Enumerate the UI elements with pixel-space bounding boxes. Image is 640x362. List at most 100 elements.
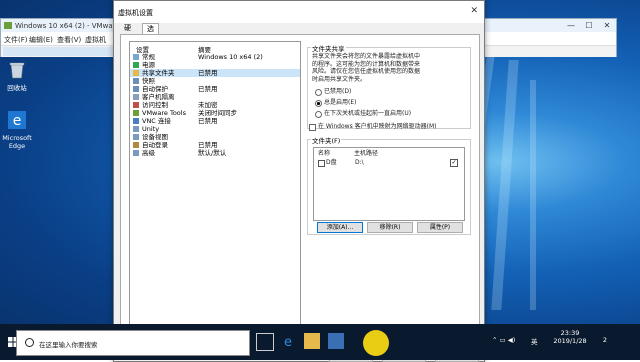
- settings-item[interactable]: 高级 默认/默认: [130, 149, 300, 157]
- table-row[interactable]: D盘 D:\ ✓: [315, 158, 463, 167]
- remove-button[interactable]: 移除(R): [367, 222, 413, 233]
- settings-item-summary: 已禁用: [198, 85, 218, 93]
- search-icon: [25, 338, 34, 347]
- edge-taskbar-icon[interactable]: e: [280, 333, 296, 349]
- settings-item[interactable]: 快照: [130, 77, 300, 85]
- menu-edit[interactable]: 编辑(E): [29, 35, 53, 45]
- settings-item-name: 访问控制: [142, 101, 168, 109]
- ime-indicator[interactable]: 英: [531, 336, 538, 346]
- sharing-warning-line: 时启用共享文件夹。: [312, 75, 367, 83]
- edge-label: Microsoft Edge: [2, 134, 32, 150]
- radio-until-poweroff[interactable]: [315, 111, 322, 118]
- list-header: 设置 摘要: [130, 42, 300, 54]
- maximize-icon[interactable]: ☐: [580, 19, 598, 32]
- vnc-icon: [133, 118, 139, 124]
- dialog-titlebar: 虚拟机设置 ✕: [114, 1, 484, 23]
- radio-always-enabled[interactable]: [315, 100, 322, 107]
- desktop-icon-recycle-bin[interactable]: 回收站: [2, 60, 32, 92]
- settings-item[interactable]: Unity: [130, 125, 300, 133]
- tray-icons[interactable]: ⌃ ▭ ◀): [492, 336, 515, 344]
- settings-item-summary: Windows 10 x64 (2): [198, 53, 263, 61]
- close-icon[interactable]: ✕: [470, 6, 478, 16]
- taskbar-search[interactable]: 在这里输入你要搜索: [16, 330, 250, 356]
- settings-item-name: Unity: [142, 125, 160, 133]
- close-icon[interactable]: ✕: [598, 19, 616, 32]
- folder-checkbox[interactable]: [318, 160, 325, 167]
- folder-enabled-checkbox[interactable]: ✓: [450, 159, 458, 167]
- add-button[interactable]: 添加(A)...: [317, 222, 363, 233]
- file-explorer-icon[interactable]: [304, 333, 320, 349]
- dialog-title: 虚拟机设置: [118, 9, 153, 17]
- radio-always-label: 总是启用(E): [324, 99, 357, 106]
- minimize-icon[interactable]: —: [562, 19, 580, 32]
- cursor-highlight: [363, 330, 389, 356]
- settings-item-name: 设备视图: [142, 133, 168, 141]
- settings-item-summary: 已禁用: [198, 117, 218, 125]
- settings-item[interactable]: 访问控制 未加密: [130, 101, 300, 109]
- notification-count: 2: [602, 336, 608, 344]
- settings-item[interactable]: 共享文件夹 已禁用: [130, 69, 300, 77]
- search-placeholder: 在这里输入你要搜索: [39, 341, 98, 349]
- settings-item[interactable]: 设备视图: [130, 133, 300, 141]
- desktop-icon-edge[interactable]: e Microsoft Edge: [0, 110, 34, 150]
- vm-tab[interactable]: [3, 47, 121, 56]
- light-beam: [491, 60, 519, 310]
- radio-disabled[interactable]: [315, 89, 322, 96]
- notification-icon[interactable]: 2: [597, 332, 613, 348]
- vm-settings-dialog: 虚拟机设置 ✕ 硬件 选项 设置 摘要 常规Windows 10 x64 (2)…: [113, 0, 485, 362]
- col-name: 名称: [318, 150, 331, 157]
- settings-item[interactable]: 常规 Windows 10 x64 (2): [130, 53, 300, 61]
- shared-folder-icon: [133, 70, 139, 76]
- autoprotect-icon: [133, 86, 139, 92]
- settings-item-name: 高级: [142, 149, 155, 157]
- clock[interactable]: 23:39 2019/1/28: [550, 329, 590, 345]
- sharing-warning-line: 共享文件夹会将您的文件暴露给虚拟机中: [312, 53, 421, 60]
- col-host-path: 主机路径: [354, 150, 379, 157]
- settings-item[interactable]: VNC 连接 已禁用: [130, 117, 300, 125]
- settings-item-name: 共享文件夹: [142, 69, 175, 77]
- clock-date: 2019/1/28: [553, 337, 587, 345]
- folder-path: D:\: [355, 159, 364, 166]
- folders-list: 名称 主机路径 D盘 D:\ ✓: [313, 147, 465, 221]
- unity-icon: [133, 126, 139, 132]
- map-drive-label: 在 Windows 客户机中映射为网络驱动器(M): [318, 123, 437, 130]
- edge-icon: e: [8, 111, 26, 129]
- settings-item[interactable]: 电源: [130, 61, 300, 69]
- recycle-bin-icon: [9, 62, 25, 79]
- sharing-warning-line: 的程序。这可能为您的计算机和数据带来: [312, 60, 421, 68]
- svg-text:e: e: [284, 335, 292, 349]
- settings-item[interactable]: VMware Tools 关闭时间同步: [130, 109, 300, 117]
- snapshot-icon: [133, 78, 139, 84]
- options-panel: 设置 摘要 常规 Windows 10 x64 (2) 电源 共享文件夹 已禁用 快照 自动…: [120, 34, 480, 341]
- folder-name: D盘: [326, 159, 337, 166]
- store-icon[interactable]: [328, 333, 344, 349]
- radio-disabled-label: 已禁用(D): [324, 88, 352, 95]
- properties-button[interactable]: 属性(P): [417, 222, 463, 233]
- settings-item-summary: 关闭时间同步: [198, 109, 237, 117]
- vmware-tools-icon: [133, 110, 139, 116]
- settings-item-summary: 默认/默认: [198, 149, 227, 157]
- general-icon: [133, 54, 139, 60]
- clock-time: 23:39: [560, 329, 580, 337]
- sharing-warning: 共享文件夹会将您的文件暴露给虚拟机中 的程序。这可能为您的计算机和数据带来 风险…: [312, 53, 420, 83]
- settings-item[interactable]: 自动保护 已禁用: [130, 85, 300, 93]
- radio-until-label: 在下次关机或挂起前一直启用(U): [324, 110, 412, 117]
- settings-item[interactable]: 客户机隔离: [130, 93, 300, 101]
- autologin-icon: [133, 142, 139, 148]
- settings-item-name: 电源: [142, 61, 155, 69]
- settings-list: 设置 摘要 常规 Windows 10 x64 (2) 电源 共享文件夹 已禁用 快照 自动…: [129, 41, 301, 335]
- task-view-icon[interactable]: [256, 333, 274, 351]
- menu-view[interactable]: 查看(V): [57, 35, 81, 45]
- advanced-icon: [133, 150, 139, 156]
- settings-item-summary: 已禁用: [198, 69, 218, 77]
- tab-hardware[interactable]: 硬件: [120, 23, 135, 43]
- folders-group-label: 文件夹(F): [311, 135, 342, 145]
- map-drive-checkbox[interactable]: [309, 124, 316, 131]
- menu-file[interactable]: 文件(F): [4, 35, 28, 45]
- menu-vm[interactable]: 虚拟机: [85, 35, 106, 45]
- settings-item[interactable]: 自动登录 已禁用: [130, 141, 300, 149]
- sharing-warning-line: 风险。请仅在您信任虚拟机使用您的数据: [312, 68, 421, 75]
- vmware-icon: [4, 22, 12, 29]
- settings-item-name: 自动保护: [142, 85, 168, 93]
- access-control-icon: [133, 102, 139, 108]
